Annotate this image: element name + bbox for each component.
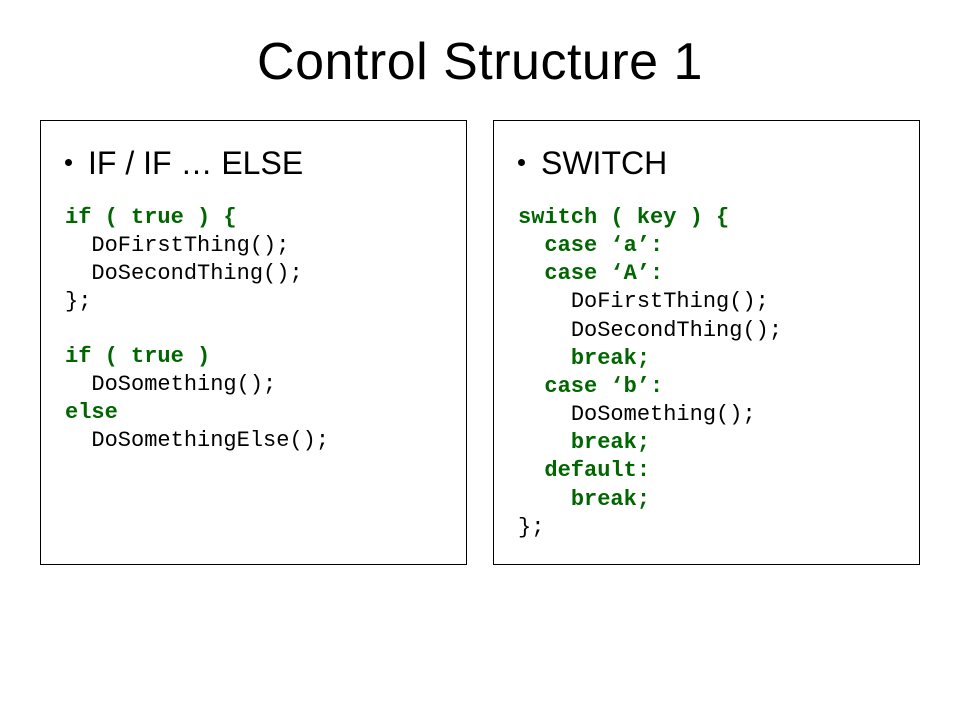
bullet-dot-icon — [518, 159, 525, 166]
left-code-block-1: if ( true ) { DoFirstThing(); DoSecondTh… — [65, 204, 448, 317]
columns-container: IF / IF … ELSE if ( true ) { DoFirstThin… — [40, 120, 920, 565]
bullet-left-text: IF / IF … ELSE — [88, 145, 303, 182]
right-column: SWITCH switch ( key ) { case ‘a’: case ‘… — [493, 120, 920, 565]
bullet-right: SWITCH — [518, 145, 901, 182]
bullet-right-text: SWITCH — [541, 145, 667, 182]
bullet-left: IF / IF … ELSE — [65, 145, 448, 182]
left-code-block-2: if ( true ) DoSomething(); else DoSometh… — [65, 343, 448, 456]
right-code-block: switch ( key ) { case ‘a’: case ‘A’: DoF… — [518, 204, 901, 542]
slide-title: Control Structure 1 — [40, 32, 920, 92]
bullet-dot-icon — [65, 159, 72, 166]
left-column: IF / IF … ELSE if ( true ) { DoFirstThin… — [40, 120, 467, 565]
